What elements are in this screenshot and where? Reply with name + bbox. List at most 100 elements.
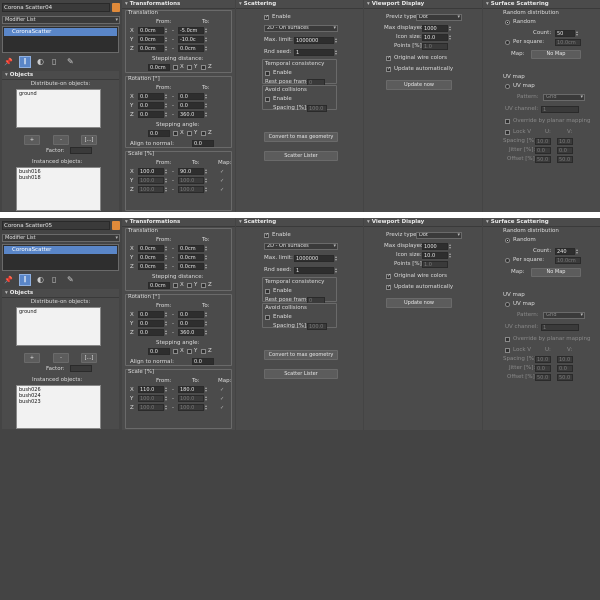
override-checkbox[interactable] <box>505 337 510 342</box>
spinner-icon[interactable]: ▴ ▾ <box>576 30 579 37</box>
count-field[interactable]: 240 <box>555 248 575 255</box>
spinner-icon[interactable]: ▴ ▾ <box>205 186 208 193</box>
spinner-icon[interactable]: ▴ ▾ <box>205 177 208 184</box>
no-map-button[interactable]: No Map <box>531 268 581 277</box>
original-wire-checkbox[interactable]: ✓ <box>386 274 391 279</box>
add-distribute-button[interactable]: + <box>24 135 40 145</box>
translation-z-to-field[interactable]: 0.0cm <box>178 263 204 270</box>
update-auto-checkbox[interactable]: ✓ <box>386 67 391 72</box>
step-distance-axis-x-checkbox[interactable] <box>173 65 178 70</box>
step-angle-axis-x-checkbox[interactable] <box>173 349 178 354</box>
spinner-icon[interactable]: ▴ ▾ <box>165 395 168 402</box>
step-distance-axis-y-checkbox[interactable] <box>187 65 192 70</box>
rotation-z-to-field[interactable]: 360.0 <box>178 329 204 336</box>
rotation-x-from-field[interactable]: 0.0 <box>138 311 164 318</box>
configure-sets-icon[interactable]: ✎ <box>67 57 74 66</box>
spinner-icon[interactable]: ▴ ▾ <box>165 386 168 393</box>
enable-checkbox[interactable]: ✓ <box>264 15 269 20</box>
spinner-icon[interactable]: ▴ ▾ <box>165 329 168 336</box>
spinner-icon[interactable]: ▴ ▾ <box>449 25 452 32</box>
spacing-v-field[interactable]: 10.0 <box>557 356 573 363</box>
max-limit-field[interactable]: 1000000 <box>294 37 334 44</box>
remove-modifier-icon[interactable]: ▯ <box>52 57 56 66</box>
spinner-icon[interactable]: ▴ ▾ <box>335 267 338 274</box>
uv-map-radio[interactable] <box>505 302 510 307</box>
convert-to-geometry-button[interactable]: Convert to max geometry <box>264 350 338 360</box>
jitter-u-field[interactable]: 0.0 <box>535 365 551 372</box>
scatter-mode-dropdown[interactable]: 2D - On surfaces ▾ <box>264 25 338 32</box>
step-distance-axis-x-checkbox[interactable] <box>173 283 178 288</box>
avoid-enable-checkbox[interactable] <box>265 97 270 102</box>
spinner-icon[interactable]: ▴ ▾ <box>205 102 208 109</box>
factor-field[interactable] <box>70 147 92 154</box>
objects-rollout-header[interactable]: ▾ Objects <box>2 289 119 298</box>
objects-rollout-header[interactable]: ▾ Objects <box>2 71 119 80</box>
list-item[interactable]: ground <box>19 91 98 97</box>
scatter-lister-button[interactable]: Scatter Lister <box>264 369 338 379</box>
scattering-header[interactable]: ▾ Scattering <box>236 218 363 227</box>
viewport-display-header[interactable]: ▾ Viewport Display <box>364 0 482 9</box>
spinner-icon[interactable]: ▴ ▾ <box>165 245 168 252</box>
count-field[interactable]: 50 <box>555 30 575 37</box>
override-checkbox[interactable] <box>505 119 510 124</box>
step-angle-axis-x-checkbox[interactable] <box>173 131 178 136</box>
original-wire-checkbox[interactable]: ✓ <box>386 56 391 61</box>
pin-stack-icon[interactable]: 📌 <box>4 58 13 66</box>
offset-v-field[interactable]: 50.0 <box>557 156 573 163</box>
factor-field[interactable] <box>70 365 92 372</box>
add-distribute-button[interactable]: + <box>24 353 40 363</box>
update-now-button[interactable]: Update now <box>386 298 452 308</box>
spinner-icon[interactable]: ▴ ▾ <box>205 263 208 270</box>
instanced-objects-list[interactable]: bush026 bush024 bush023 <box>16 385 101 429</box>
list-item[interactable]: bush023 <box>19 399 98 405</box>
step-distance-axis-z-checkbox[interactable] <box>201 65 206 70</box>
pattern-dropdown[interactable]: Grid ▾ <box>543 312 585 319</box>
max-displayed-field[interactable]: 1000 <box>422 243 448 250</box>
spinner-icon[interactable]: ▴ ▾ <box>205 45 208 52</box>
uv-map-radio[interactable] <box>505 84 510 89</box>
remove-distribute-button[interactable]: - <box>53 135 69 145</box>
uv-channel-field[interactable]: 1 <box>541 106 579 113</box>
spacing-field[interactable]: 100.0 <box>307 105 327 112</box>
step-distance-axis-y-checkbox[interactable] <box>187 283 192 288</box>
scale-y-to-field[interactable]: 100.0 <box>178 177 204 184</box>
translation-z-from-field[interactable]: 0.0cm <box>138 263 164 270</box>
random-radio[interactable] <box>505 238 510 243</box>
spinner-icon[interactable]: ▴ ▾ <box>165 263 168 270</box>
convert-to-geometry-button[interactable]: Convert to max geometry <box>264 132 338 142</box>
list-item[interactable]: bush018 <box>19 175 98 181</box>
spinner-icon[interactable]: ▴ ▾ <box>205 27 208 34</box>
scattering-header[interactable]: ▾ Scattering <box>236 0 363 9</box>
step-angle-axis-z-checkbox[interactable] <box>201 349 206 354</box>
spinner-icon[interactable]: ▴ ▾ <box>205 168 208 175</box>
temporal-enable-checkbox[interactable] <box>265 289 270 294</box>
translation-y-from-field[interactable]: 0.0cm <box>138 36 164 43</box>
spinner-icon[interactable]: ▴ ▾ <box>449 252 452 259</box>
make-unique-icon[interactable]: ◐ <box>37 57 44 66</box>
spacing-field[interactable]: 100.0 <box>307 323 327 330</box>
spinner-icon[interactable]: ▴ ▾ <box>205 36 208 43</box>
translation-z-from-field[interactable]: 0.0cm <box>138 45 164 52</box>
rnd-seed-field[interactable]: 1 <box>294 49 334 56</box>
spinner-icon[interactable]: ▴ ▾ <box>449 34 452 41</box>
spinner-icon[interactable]: ▴ ▾ <box>165 93 168 100</box>
pick-list-button[interactable]: [...] <box>81 135 97 145</box>
spinner-icon[interactable]: ▴ ▾ <box>165 320 168 327</box>
remove-modifier-icon[interactable]: ▯ <box>52 275 56 284</box>
translation-x-from-field[interactable]: 0.0cm <box>138 27 164 34</box>
rotation-x-to-field[interactable]: 0.0 <box>178 93 204 100</box>
spinner-icon[interactable]: ▴ ▾ <box>165 177 168 184</box>
icon-size-field[interactable]: 10.0 <box>422 252 448 259</box>
update-now-button[interactable]: Update now <box>386 80 452 90</box>
scale-y-map-checkbox[interactable]: ✓ <box>220 396 224 402</box>
spinner-icon[interactable]: ▴ ▾ <box>165 186 168 193</box>
step-distance-axis-z-checkbox[interactable] <box>201 283 206 288</box>
spinner-icon[interactable]: ▴ ▾ <box>205 386 208 393</box>
no-map-button[interactable]: No Map <box>531 50 581 59</box>
per-square-radio[interactable] <box>505 258 510 263</box>
scale-z-map-checkbox[interactable]: ✓ <box>220 405 224 411</box>
modifier-list-dropdown[interactable]: Modifier List ▾ <box>2 234 120 242</box>
scale-y-from-field[interactable]: 100.0 <box>138 395 164 402</box>
transformations-header[interactable]: ▾ Transformations <box>122 218 235 227</box>
spinner-icon[interactable]: ▴ ▾ <box>165 102 168 109</box>
